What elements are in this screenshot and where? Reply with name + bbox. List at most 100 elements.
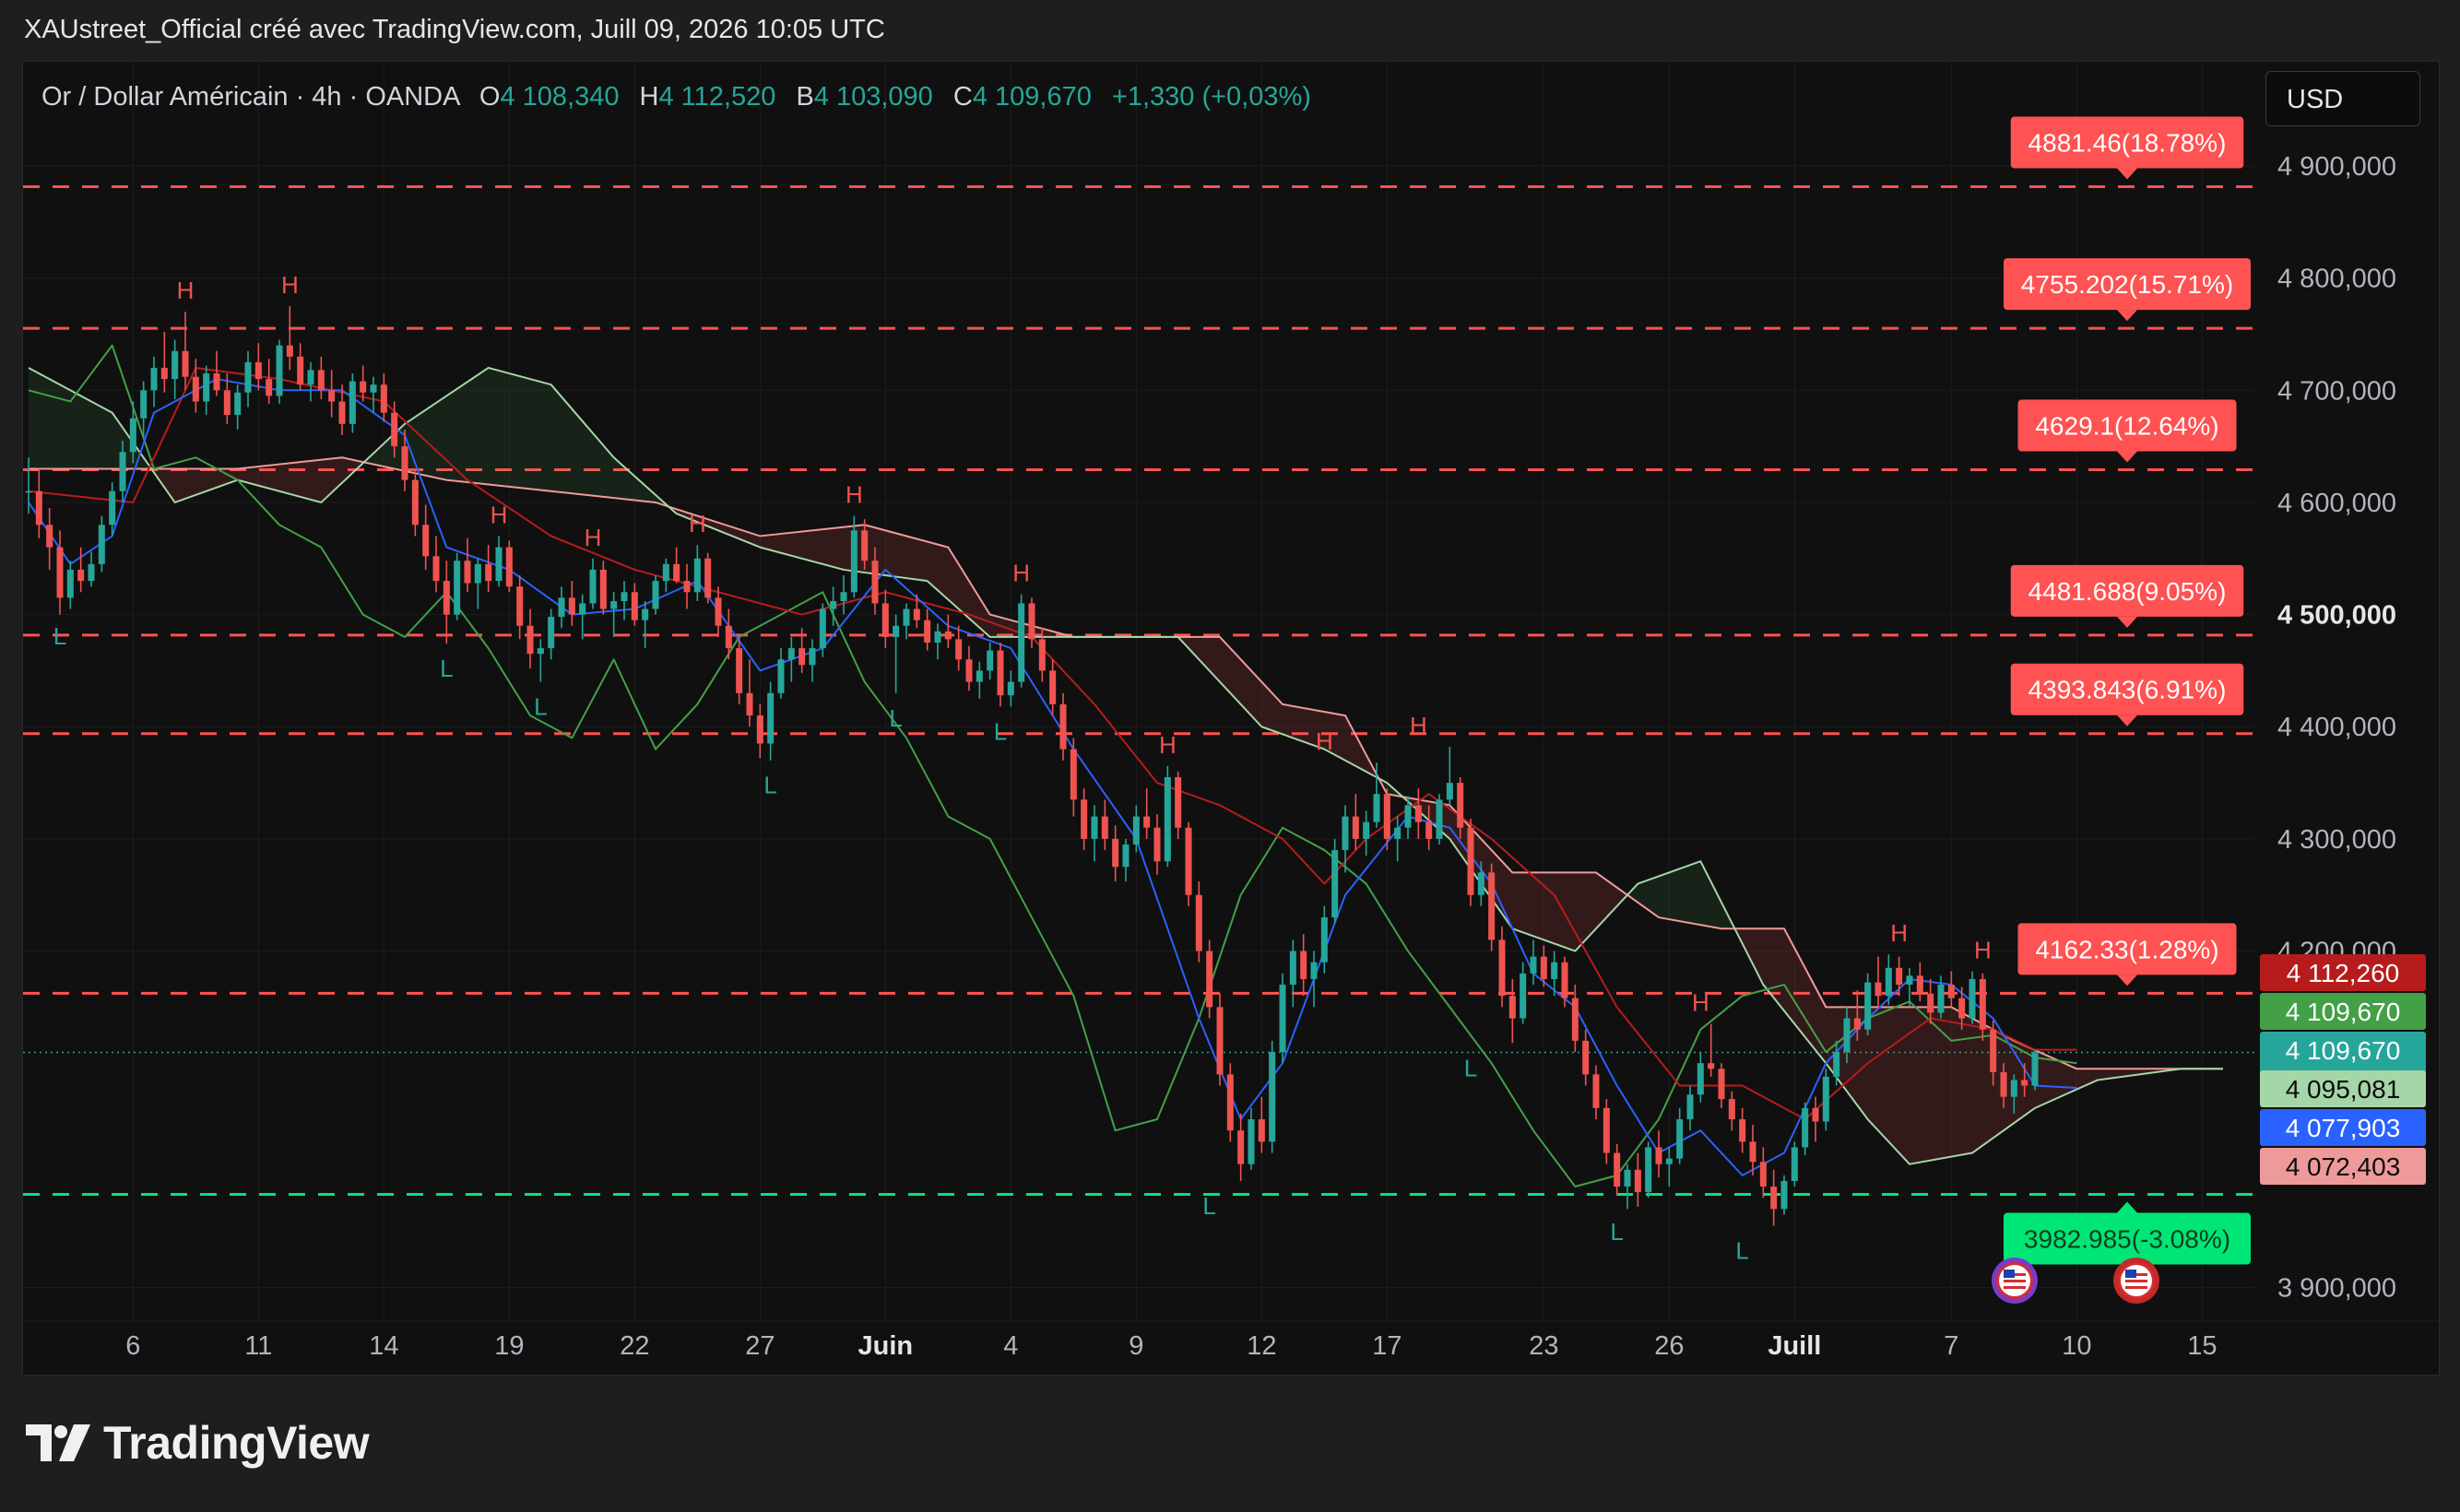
- candlestick: [642, 600, 649, 649]
- candle-body: [140, 390, 148, 419]
- cloud-segment: [1898, 1007, 1910, 1164]
- candlestick: [88, 551, 95, 587]
- price-chart[interactable]: H H H H H H H H H H H H H L L L L L L L L L L 4881.46(18.78%) 4…: [23, 62, 2439, 1375]
- candle-body: [987, 650, 994, 671]
- candlestick: [736, 636, 743, 704]
- candlestick: [558, 586, 565, 629]
- pivot-high-marker: H: [1159, 731, 1177, 759]
- candle-body: [693, 558, 701, 593]
- candle-body: [109, 490, 116, 526]
- candlestick: [370, 376, 377, 413]
- candlestick: [454, 552, 461, 620]
- candlestick: [809, 639, 816, 682]
- candle-body: [432, 556, 440, 582]
- candle-body: [192, 376, 199, 402]
- candle-body: [1906, 975, 1913, 986]
- cloud-segment: [1878, 1007, 1889, 1142]
- price-tag-value: 4 077,903: [2286, 1114, 2401, 1142]
- chart-panel[interactable]: H H H H H H H H H H H H H L L L L L L L L L L 4881.46(18.78%) 4…: [22, 61, 2440, 1376]
- candlestick: [526, 608, 534, 668]
- cloud-segment: [91, 401, 102, 469]
- candlestick: [1728, 1091, 1735, 1131]
- candlestick: [1269, 1040, 1276, 1153]
- cloud-segment: [1669, 868, 1680, 922]
- candlestick: [1718, 1063, 1725, 1108]
- time-tick-label: 7: [1944, 1331, 1958, 1361]
- time-tick-label: 12: [1247, 1331, 1276, 1361]
- candle-body: [965, 659, 973, 682]
- candle-body: [1520, 973, 1527, 1019]
- tradingview-logo[interactable]: TradingView: [26, 1416, 370, 1470]
- cloud-segment: [1522, 872, 1533, 937]
- time-tick-label: 23: [1529, 1331, 1558, 1361]
- price-tag-value: 4 109,670: [2286, 1036, 2401, 1065]
- us-flag-event-icon[interactable]: [2113, 1258, 2159, 1304]
- cloud-segment: [478, 367, 489, 485]
- pivot-high-marker: H: [1410, 712, 1427, 739]
- candle-body: [1038, 639, 1046, 671]
- pivot-high-marker: H: [1974, 936, 1992, 963]
- pivot-low-marker: L: [763, 772, 776, 799]
- level-label: 4481.688(9.05%): [2010, 564, 2244, 628]
- candle-body: [881, 603, 889, 637]
- level-label: 4755.202(15.71%): [2004, 258, 2251, 322]
- candlestick: [1530, 939, 1537, 986]
- candlestick: [422, 504, 430, 570]
- candle-body: [276, 345, 283, 396]
- candlestick: [474, 558, 481, 609]
- price-tick-label: 4 400,000: [2277, 713, 2396, 742]
- cloud-segment: [499, 371, 510, 487]
- candle-body: [1498, 939, 1506, 997]
- candle-body: [756, 715, 763, 744]
- candlestick: [1697, 1052, 1704, 1103]
- candlestick: [1759, 1147, 1767, 1199]
- candlestick: [1582, 1029, 1590, 1086]
- candle-body: [1132, 816, 1140, 845]
- candlestick: [77, 547, 85, 593]
- currency-button[interactable]: USD: [2265, 71, 2420, 126]
- candle-body: [850, 530, 857, 593]
- candle-body: [454, 561, 461, 615]
- symbol-title[interactable]: Or / Dollar Américain · 4h · OANDA: [41, 82, 459, 112]
- candlestick: [1153, 814, 1161, 875]
- candlestick: [1363, 810, 1370, 856]
- tradingview-logo-icon: [26, 1424, 90, 1461]
- candle-body: [1101, 816, 1108, 839]
- cloud-segment: [321, 458, 332, 502]
- candle-body: [182, 350, 189, 377]
- candle-body: [171, 350, 179, 380]
- candle-body: [160, 367, 168, 380]
- level-label: 4629.1(12.64%): [2017, 399, 2237, 463]
- pivot-low-marker: L: [1202, 1192, 1215, 1220]
- candlestick: [66, 561, 74, 609]
- candle-body: [652, 581, 659, 609]
- us-flag-event-icon[interactable]: [1992, 1258, 2038, 1304]
- candle-body: [150, 367, 158, 391]
- candlestick: [589, 558, 597, 609]
- candle-body: [411, 479, 419, 526]
- senkou-span-b-line: [29, 456, 2223, 1070]
- candlestick: [1488, 863, 1496, 951]
- candle-body: [1592, 1074, 1600, 1108]
- cloud-segment: [906, 536, 917, 580]
- candlestick: [1300, 934, 1307, 997]
- candle-body: [422, 525, 430, 557]
- candlestick: [1248, 1107, 1255, 1170]
- cloud-segment: [300, 460, 311, 500]
- candle-body: [286, 345, 293, 357]
- candle-body: [1927, 993, 1934, 1013]
- candlestick: [1645, 1141, 1652, 1199]
- candlestick: [505, 540, 513, 593]
- candle-body: [244, 361, 252, 393]
- candlestick: [1226, 1063, 1234, 1142]
- candlestick: [1603, 1099, 1610, 1164]
- candlestick: [1634, 1152, 1641, 1207]
- pivot-high-marker: H: [491, 501, 508, 528]
- candlestick: [1508, 978, 1516, 1044]
- pivot-high-marker: H: [281, 271, 299, 299]
- candle-body: [1049, 670, 1057, 704]
- candle-body: [1958, 998, 1966, 1019]
- candlestick: [160, 332, 168, 393]
- candle-body: [798, 648, 806, 666]
- candle-body: [955, 639, 963, 660]
